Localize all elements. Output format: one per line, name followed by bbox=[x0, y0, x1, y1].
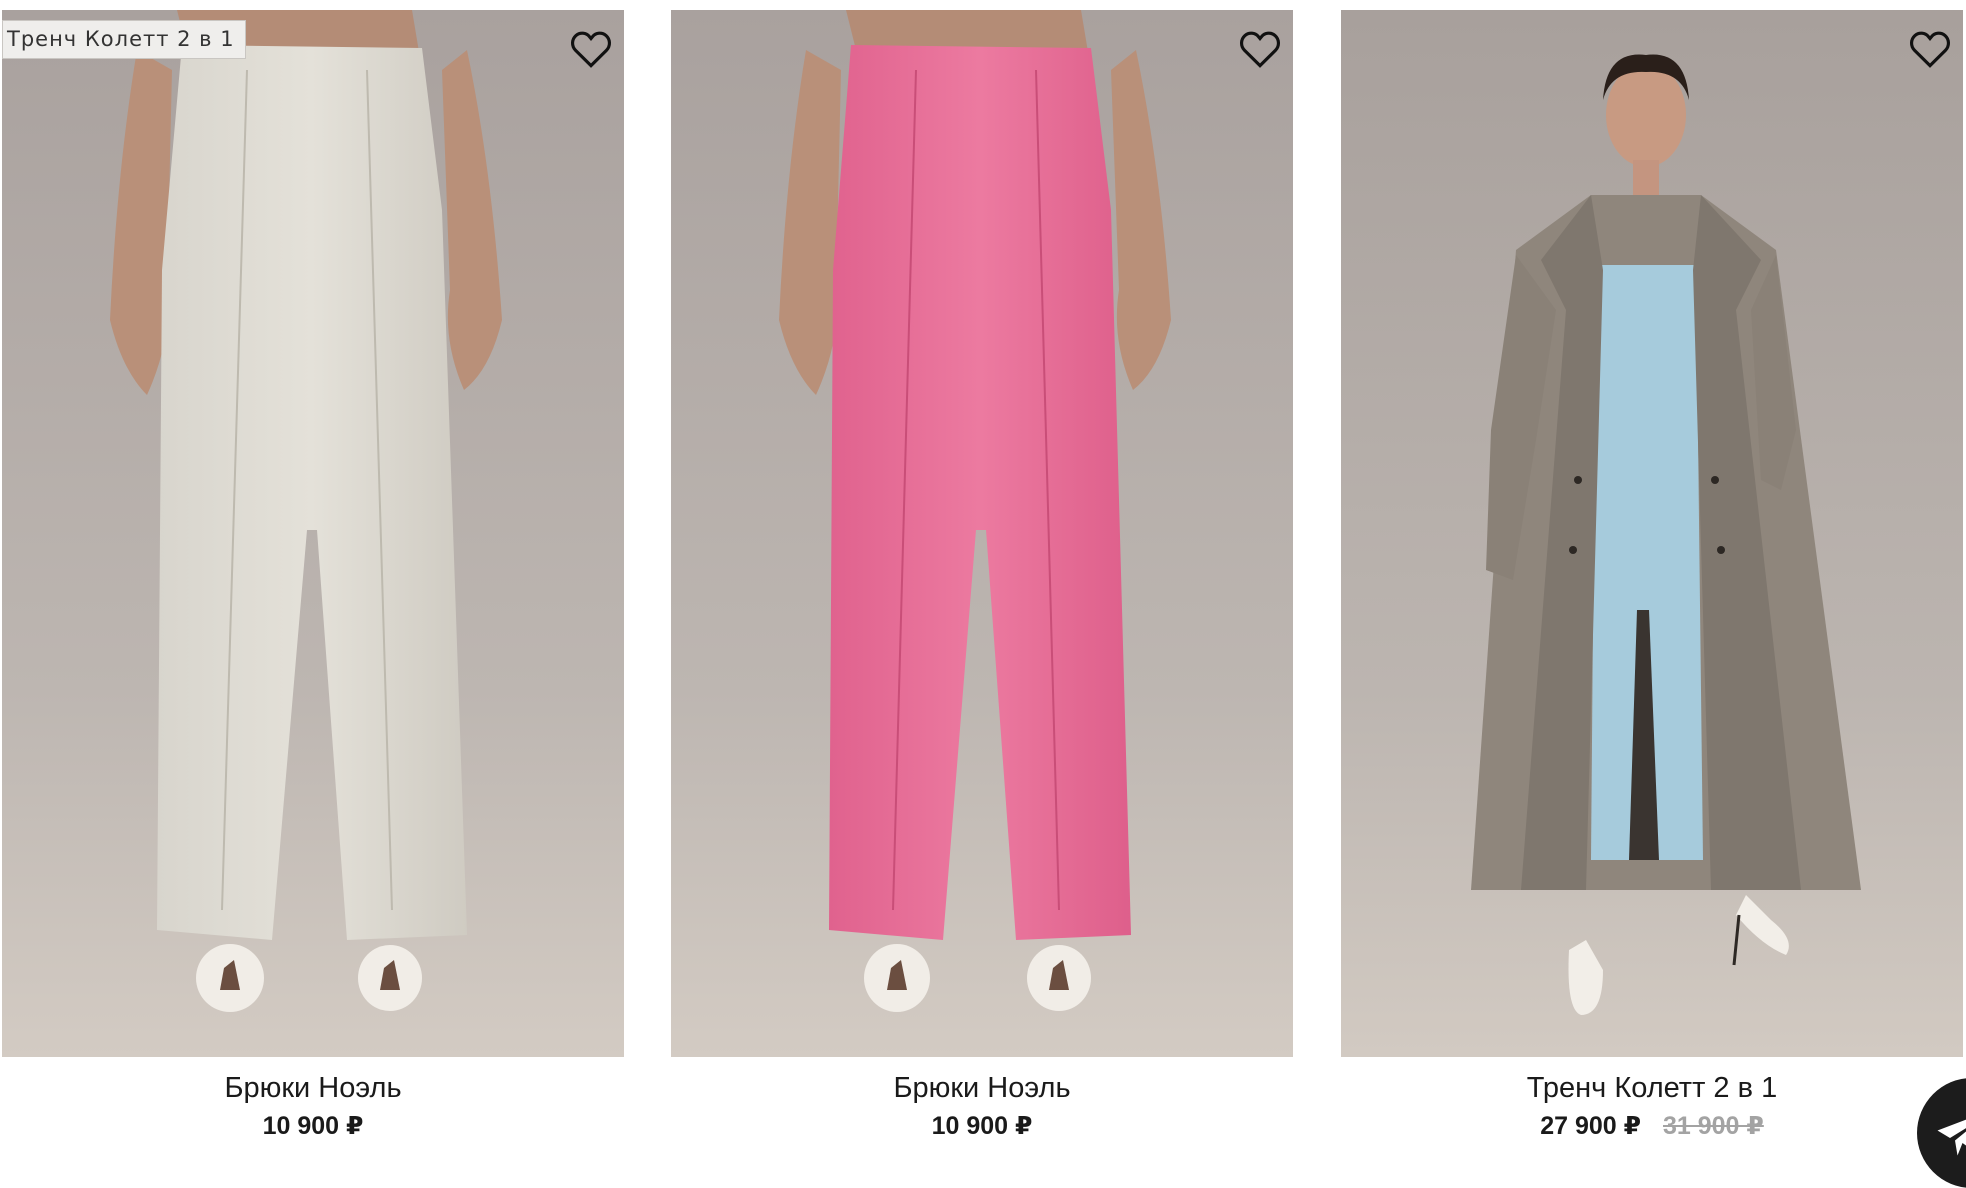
heart-outline-icon bbox=[570, 31, 612, 68]
favorite-button[interactable] bbox=[570, 28, 612, 70]
hover-tooltip: Тренч Колетт 2 в 1 bbox=[2, 20, 246, 59]
product-photo-trench-coat bbox=[1341, 10, 1963, 1057]
product-price-block: 10 900 ₽ bbox=[671, 1111, 1293, 1141]
telegram-plane-icon bbox=[1937, 1119, 1966, 1156]
product-card[interactable]: Тренч Колетт 2 в 1 27 900 ₽ 31 900 ₽ bbox=[1341, 0, 1963, 1141]
product-card[interactable]: Брюки Ноэль 10 900 ₽ bbox=[2, 0, 624, 1141]
product-image[interactable] bbox=[671, 10, 1293, 1057]
product-price-block: 10 900 ₽ bbox=[2, 1111, 624, 1141]
product-name[interactable]: Тренч Колетт 2 в 1 bbox=[1527, 1071, 1777, 1105]
heart-outline-icon bbox=[1909, 31, 1951, 68]
product-name[interactable]: Брюки Ноэль bbox=[893, 1071, 1070, 1105]
product-price: 27 900 ₽ bbox=[1540, 1112, 1641, 1140]
product-photo-beige-trousers bbox=[2, 10, 624, 1057]
product-price: 10 900 ₽ bbox=[931, 1112, 1033, 1140]
product-name[interactable]: Брюки Ноэль bbox=[224, 1071, 401, 1105]
product-price: 10 900 ₽ bbox=[262, 1112, 364, 1140]
product-card[interactable]: Брюки Ноэль 10 900 ₽ bbox=[671, 0, 1293, 1141]
product-grid: Брюки Ноэль 10 900 ₽ Брюки Ноэль 10 900 … bbox=[0, 0, 1966, 1188]
product-image[interactable] bbox=[1341, 10, 1963, 1057]
heart-outline-icon bbox=[1239, 31, 1281, 68]
product-photo-pink-trousers bbox=[671, 10, 1293, 1057]
favorite-button[interactable] bbox=[1239, 28, 1281, 70]
favorite-button[interactable] bbox=[1909, 28, 1951, 70]
product-old-price: 31 900 ₽ bbox=[1663, 1112, 1764, 1140]
product-image[interactable] bbox=[2, 10, 624, 1057]
product-price-block: 27 900 ₽ 31 900 ₽ bbox=[1341, 1111, 1963, 1141]
